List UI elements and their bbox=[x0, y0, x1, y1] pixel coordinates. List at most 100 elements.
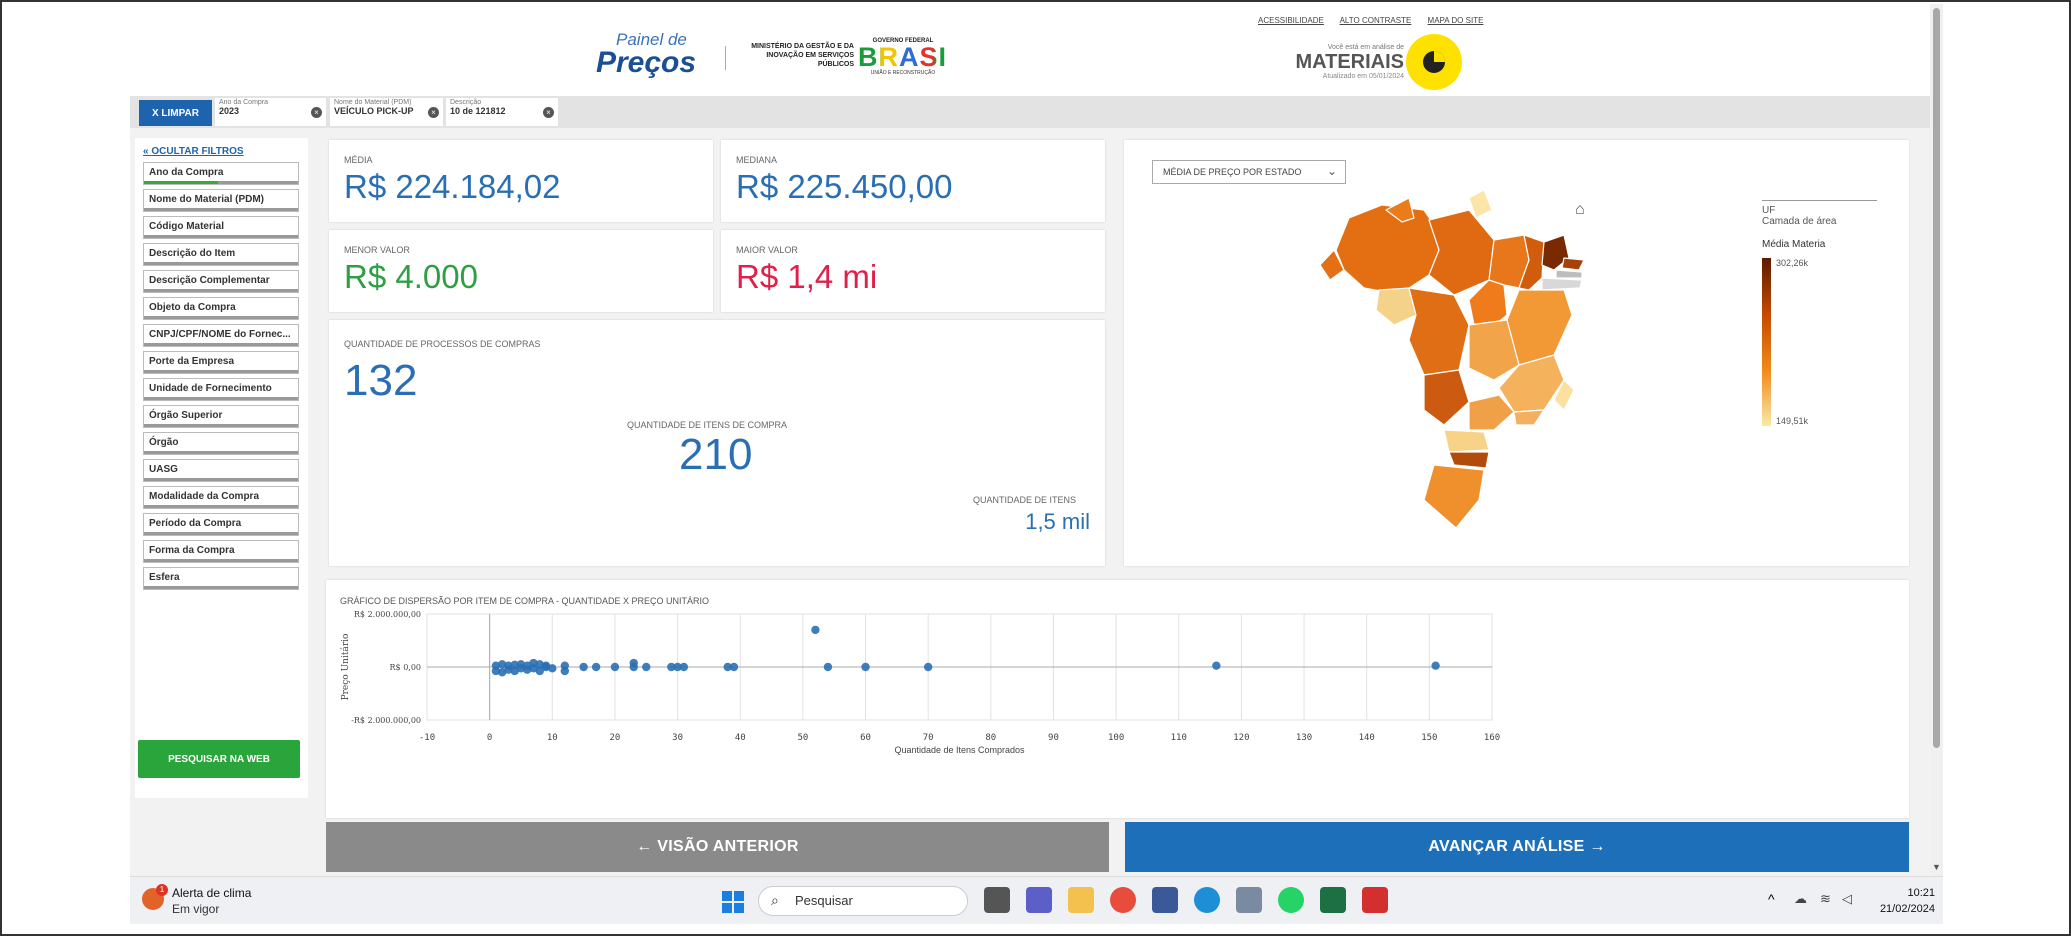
analysis-label: Você está em análise de bbox=[1327, 44, 1404, 51]
wifi-icon[interactable]: ≋ bbox=[1820, 891, 1831, 907]
scroll-down-icon[interactable]: ▼ bbox=[1932, 862, 1941, 872]
close-icon[interactable]: × bbox=[428, 107, 439, 118]
y-tick-label: -R$ 2.000.000,00 bbox=[351, 716, 421, 725]
filter-progress-bar bbox=[144, 208, 298, 211]
filter-item-label: Forma da Compra bbox=[149, 545, 235, 556]
filter-item[interactable]: Descrição do Item bbox=[143, 243, 299, 266]
task-view-icon[interactable] bbox=[984, 887, 1010, 913]
scatter-point bbox=[1212, 661, 1221, 670]
link-alto-contraste[interactable]: ALTO CONTRASTE bbox=[1340, 16, 1412, 25]
y-tick-label: R$ 2.000.000,00 bbox=[354, 610, 421, 619]
filter-progress-bar bbox=[144, 532, 298, 535]
edge-icon[interactable] bbox=[1194, 887, 1220, 913]
clock-time: 10:21 bbox=[1907, 887, 1935, 899]
advance-analysis-button[interactable]: AVANÇAR ANÁLISE → bbox=[1125, 822, 1909, 872]
scatter-point bbox=[579, 662, 588, 672]
volume-icon[interactable]: ◁ bbox=[1842, 891, 1852, 907]
map-legend: UF Camada de área Média Materia 302,26k … bbox=[1762, 200, 1877, 426]
excel-icon[interactable] bbox=[1320, 887, 1346, 913]
filter-item[interactable]: CNPJ/CPF/NOME do Fornec... bbox=[143, 324, 299, 347]
kpi-menor-card: MENOR VALOR R$ 4.000 bbox=[329, 230, 713, 312]
filter-item[interactable]: UASG bbox=[143, 459, 299, 482]
double-chevron-left-icon: « bbox=[143, 146, 149, 157]
scatter-chart[interactable]: -10 0 10 20 30 40 50 60 70 80 90 100 110 120 130 140 150… bbox=[326, 580, 1909, 818]
notepad-icon[interactable] bbox=[1236, 887, 1262, 913]
previous-view-button[interactable]: ← VISÃO ANTERIOR bbox=[326, 822, 1109, 872]
filters-sidebar: « OCULTAR FILTROS Ano da Compra Nome do M… bbox=[135, 138, 308, 798]
teams-icon[interactable] bbox=[1026, 887, 1052, 913]
tray-chevron-up-icon[interactable]: ^ bbox=[1768, 891, 1775, 907]
filter-item[interactable]: Código Material bbox=[143, 216, 299, 239]
filter-item-label: Órgão Superior bbox=[149, 410, 223, 421]
filter-item[interactable]: Unidade de Fornecimento bbox=[143, 378, 299, 401]
filter-item-label: Porte da Empresa bbox=[149, 356, 235, 367]
filter-item-label: Código Material bbox=[149, 221, 225, 232]
map-state-rn bbox=[1561, 257, 1585, 271]
scatter-point bbox=[548, 664, 557, 673]
scrollbar-thumb[interactable] bbox=[1933, 8, 1940, 748]
x-tick-label: 80 bbox=[985, 733, 996, 743]
x-tick-label: 90 bbox=[1048, 733, 1059, 743]
windows-taskbar: 1 Alerta de clima Em vigor ⌕ Pesquisar ^… bbox=[130, 876, 1943, 924]
map-state-mt bbox=[1408, 287, 1470, 376]
clear-filters-button[interactable]: X LIMPAR bbox=[139, 100, 212, 126]
search-icon: ⌕ bbox=[771, 892, 779, 908]
file-explorer-icon[interactable] bbox=[1068, 887, 1094, 913]
filter-item[interactable]: Nome do Material (PDM) bbox=[143, 189, 299, 212]
filter-item[interactable]: Órgão Superior bbox=[143, 405, 299, 428]
filter-chip-material: Nome do Material (PDM) VEÍCULO PICK-UP × bbox=[330, 98, 443, 126]
chip-value: VEÍCULO PICK-UP bbox=[334, 106, 414, 116]
taskbar-search-input[interactable]: ⌕ Pesquisar bbox=[758, 886, 968, 916]
x-tick-label: 110 bbox=[1171, 733, 1187, 743]
filter-item[interactable]: Órgão bbox=[143, 432, 299, 455]
legend-min: 149,51k bbox=[1776, 416, 1809, 426]
filter-item[interactable]: Período da Compra bbox=[143, 513, 299, 536]
start-icon[interactable] bbox=[722, 891, 744, 913]
legend-color-ramp bbox=[1762, 258, 1771, 426]
link-acessibilidade[interactable]: ACESSIBILIDADE bbox=[1258, 16, 1324, 25]
ministerio-label: MINISTÉRIO DA GESTÃO E DA INOVAÇÃO EM SE… bbox=[751, 43, 854, 68]
home-icon[interactable]: ⌂ bbox=[1575, 201, 1585, 219]
whatsapp-icon[interactable] bbox=[1278, 887, 1304, 913]
acrobat-icon[interactable] bbox=[1362, 887, 1388, 913]
clock-date: 21/02/2024 bbox=[1879, 903, 1935, 915]
filter-item-label: Período da Compra bbox=[149, 518, 242, 529]
map-state-pb bbox=[1555, 269, 1583, 279]
hide-filters-link[interactable]: « OCULTAR FILTROS bbox=[143, 146, 244, 157]
materials-pie-icon[interactable] bbox=[1406, 34, 1462, 90]
x-tick-label: 130 bbox=[1296, 733, 1312, 743]
filter-item-label: Esfera bbox=[149, 572, 180, 583]
vertical-scrollbar[interactable]: ▼ bbox=[1930, 4, 1943, 876]
filter-item-label: CNPJ/CPF/NOME do Fornec... bbox=[149, 329, 291, 340]
close-icon[interactable]: × bbox=[543, 107, 554, 118]
filter-progress-bar bbox=[144, 289, 298, 292]
kpi-maior-label: MAIOR VALOR bbox=[736, 245, 798, 255]
filter-item-label: Unidade de Fornecimento bbox=[149, 383, 272, 394]
active-app-icon[interactable] bbox=[1152, 887, 1178, 913]
filter-item[interactable]: Ano da Compra bbox=[143, 162, 299, 185]
kpi-maior-value: R$ 1,4 mi bbox=[736, 258, 878, 295]
filter-item[interactable]: Esfera bbox=[143, 567, 299, 590]
filter-item[interactable]: Modalidade da Compra bbox=[143, 486, 299, 509]
filter-item[interactable]: Objeto da Compra bbox=[143, 297, 299, 320]
taskbar-clock[interactable]: 10:21 21/02/2024 bbox=[1880, 885, 1935, 917]
filter-item-label: Objeto da Compra bbox=[149, 302, 236, 313]
chrome-icon[interactable] bbox=[1110, 887, 1136, 913]
link-mapa-do-site[interactable]: MAPA DO SITE bbox=[1428, 16, 1484, 25]
kpi-media-value: R$ 224.184,02 bbox=[344, 168, 561, 205]
analysis-title: MATERIAIS bbox=[1295, 51, 1404, 73]
search-web-button[interactable]: PESQUISAR NA WEB bbox=[138, 740, 300, 778]
filter-progress-bar bbox=[144, 559, 298, 562]
filter-item[interactable]: Descrição Complementar bbox=[143, 270, 299, 293]
x-tick-label: 10 bbox=[547, 733, 558, 743]
painel-precos-logo[interactable]: Painel de Preços bbox=[596, 30, 696, 80]
scatter-point bbox=[679, 662, 689, 672]
onedrive-icon[interactable]: ☁ bbox=[1794, 891, 1807, 907]
filter-progress-bar bbox=[144, 586, 298, 589]
filter-item[interactable]: Porte da Empresa bbox=[143, 351, 299, 374]
legend-layer: Camada de área bbox=[1762, 216, 1837, 227]
filter-progress-bar bbox=[144, 397, 298, 400]
kpi-mediana-value: R$ 225.450,00 bbox=[736, 168, 953, 205]
close-icon[interactable]: × bbox=[311, 107, 322, 118]
filter-item[interactable]: Forma da Compra bbox=[143, 540, 299, 563]
